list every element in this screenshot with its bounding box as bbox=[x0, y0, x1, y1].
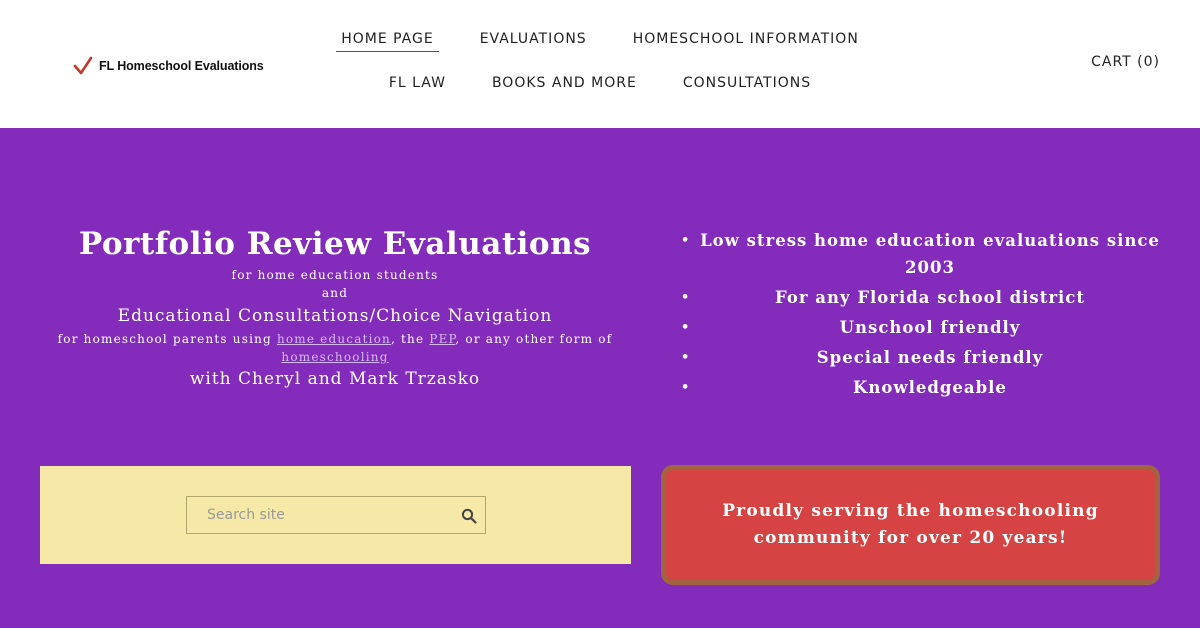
cart-link[interactable]: CART (0) bbox=[1091, 54, 1160, 70]
pep-link[interactable]: PEP bbox=[429, 332, 455, 346]
parents-text-mid2: , or any other form of bbox=[455, 332, 613, 346]
checkmark-icon bbox=[73, 56, 93, 75]
nav-books-and-more[interactable]: BOOKS AND MORE bbox=[487, 75, 642, 95]
feature-item: Knowledgeable bbox=[680, 374, 1160, 401]
site-logo[interactable]: FL Homeschool Evaluations bbox=[73, 55, 264, 77]
feature-item: Unschool friendly bbox=[680, 314, 1160, 341]
nav-row-1: HOME PAGE EVALUATIONS HOMESCHOOL INFORMA… bbox=[300, 31, 900, 52]
feature-item: Low stress home education evaluations si… bbox=[680, 227, 1160, 281]
hero-line-consultations: Educational Consultations/Choice Navigat… bbox=[117, 306, 553, 326]
page-title: Portfolio Review Evaluations bbox=[78, 226, 592, 262]
nav-home-page[interactable]: HOME PAGE bbox=[336, 31, 439, 52]
callout-banner: Proudly serving the homeschooling commun… bbox=[661, 465, 1160, 585]
nav-homeschool-information[interactable]: HOMESCHOOL INFORMATION bbox=[628, 31, 864, 52]
hero-line-parents: for homeschool parents using home educat… bbox=[40, 330, 630, 366]
home-education-link[interactable]: home education bbox=[277, 332, 391, 346]
nav-evaluations[interactable]: EVALUATIONS bbox=[475, 31, 592, 52]
homeschooling-link[interactable]: homeschooling bbox=[281, 350, 388, 364]
parents-text-prefix: for homeschool parents using bbox=[57, 332, 277, 346]
parents-text-mid1: , the bbox=[391, 332, 430, 346]
feature-item: Special needs friendly bbox=[680, 344, 1160, 371]
hero-line-people: with Cheryl and Mark Trzasko bbox=[189, 369, 481, 389]
nav-fl-law[interactable]: FL LAW bbox=[384, 75, 451, 95]
search-box bbox=[186, 496, 486, 534]
search-input[interactable] bbox=[187, 497, 442, 533]
nav-consultations[interactable]: CONSULTATIONS bbox=[678, 75, 816, 95]
main-nav: HOME PAGE EVALUATIONS HOMESCHOOL INFORMA… bbox=[300, 0, 900, 128]
feature-item: For any Florida school district bbox=[680, 284, 1160, 311]
callout-text: Proudly serving the homeschooling commun… bbox=[722, 501, 1099, 548]
hero-line-and: and bbox=[321, 286, 349, 300]
site-header: FL Homeschool Evaluations HOME PAGE EVAL… bbox=[0, 0, 1200, 128]
logo-text: FL Homeschool Evaluations bbox=[99, 59, 264, 73]
hero-intro: Portfolio Review Evaluations for home ed… bbox=[40, 222, 630, 392]
features-list: Low stress home education evaluations si… bbox=[680, 227, 1160, 404]
search-panel bbox=[40, 466, 631, 564]
search-icon[interactable] bbox=[461, 508, 477, 524]
nav-row-2: FL LAW BOOKS AND MORE CONSULTATIONS bbox=[300, 75, 900, 95]
hero-line-students: for home education students bbox=[231, 268, 439, 282]
